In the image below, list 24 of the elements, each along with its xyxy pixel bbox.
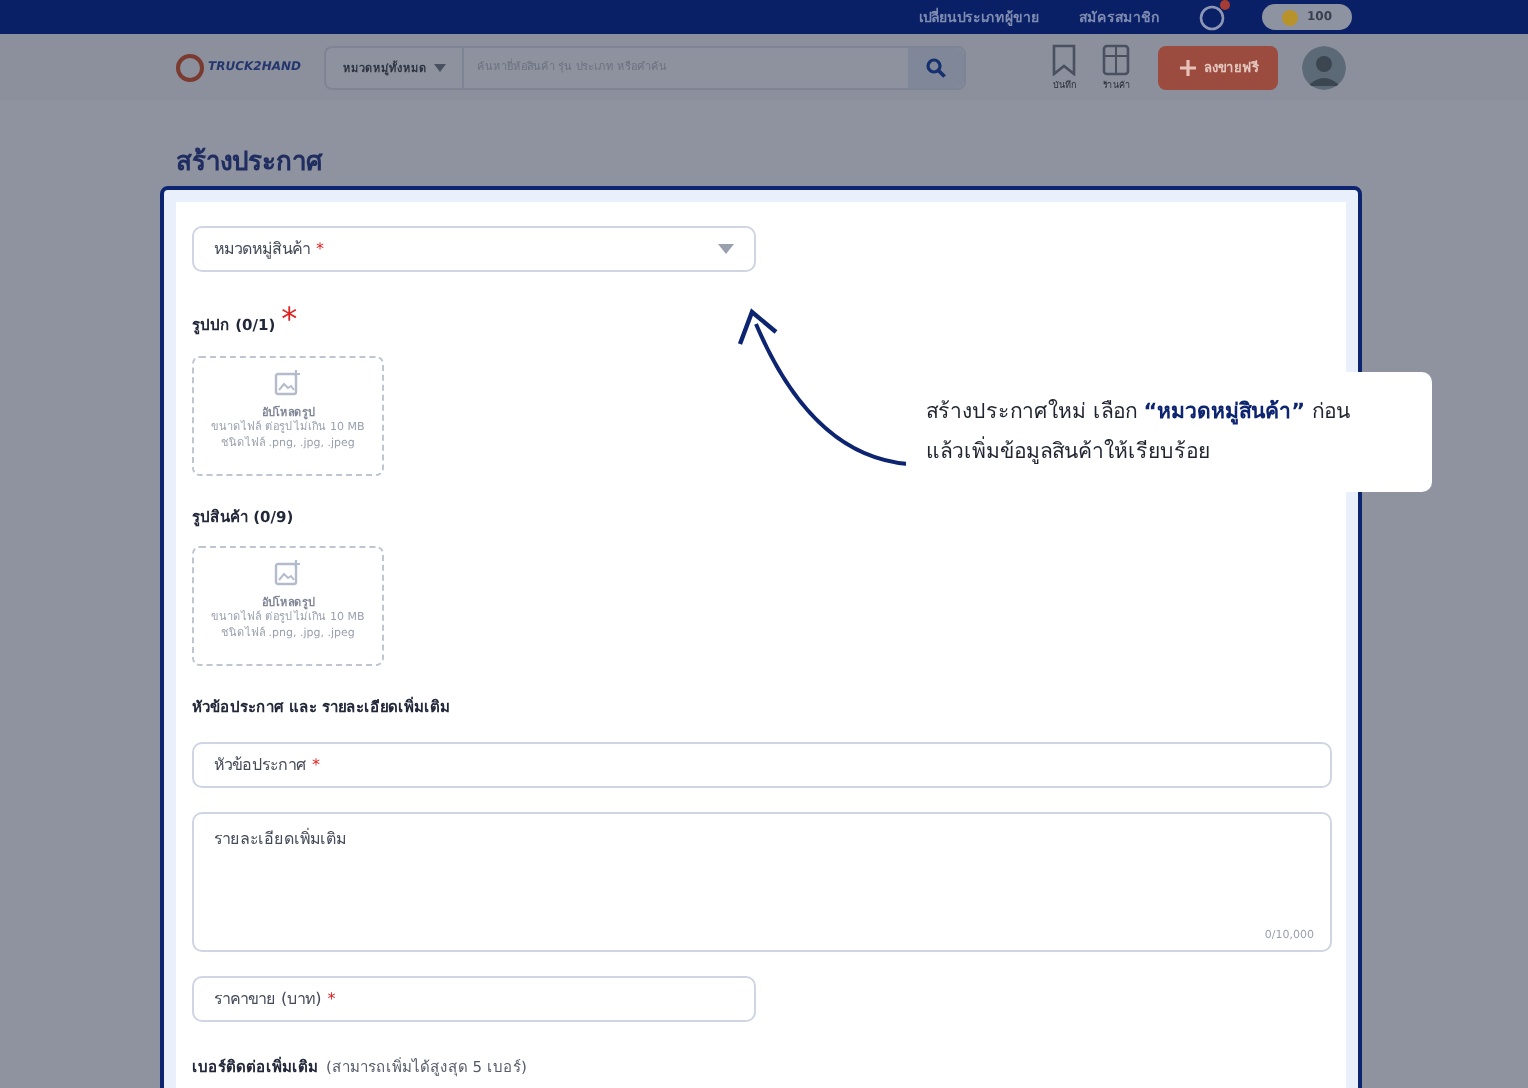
bookmark-icon [1050,43,1079,75]
required-mark: * [327,989,336,1008]
add-image-icon [274,559,302,586]
field-label: ราคาขาย (บาท) [214,987,322,1012]
avatar[interactable] [1302,45,1347,89]
field-label: หมวดหมู่สินค้า [214,238,310,263]
required-mark: * [316,240,324,259]
plus-icon [1179,59,1196,75]
search-button[interactable] [908,47,965,87]
category-select-field[interactable]: หมวดหมู่สินค้า * [192,226,756,273]
page-title: สร้างประกาศ [176,145,325,182]
tooltip: สร้างประกาศใหม่ เลือก “หมวดหมู่สินค้า” ก่อน แล้วเพิ่มข้อมูลสินค้าให้เรียบร้อย [906,372,1432,492]
field-label: หัวข้อประกาศ [214,753,306,778]
add-image-icon [274,370,302,397]
coin-icon [1282,9,1299,25]
caret-icon [434,63,447,71]
text-field[interactable]: หัวข้อประกาศ * [192,741,1332,788]
required-mark: * [281,300,298,339]
text-field[interactable]: ราคาขาย (บาท) * [192,975,756,1022]
dropdown-caret-icon [718,244,734,255]
store-icon [1102,43,1131,75]
required-mark: * [312,755,320,774]
search-icon [926,57,947,77]
chat-icon[interactable] [1198,3,1227,31]
